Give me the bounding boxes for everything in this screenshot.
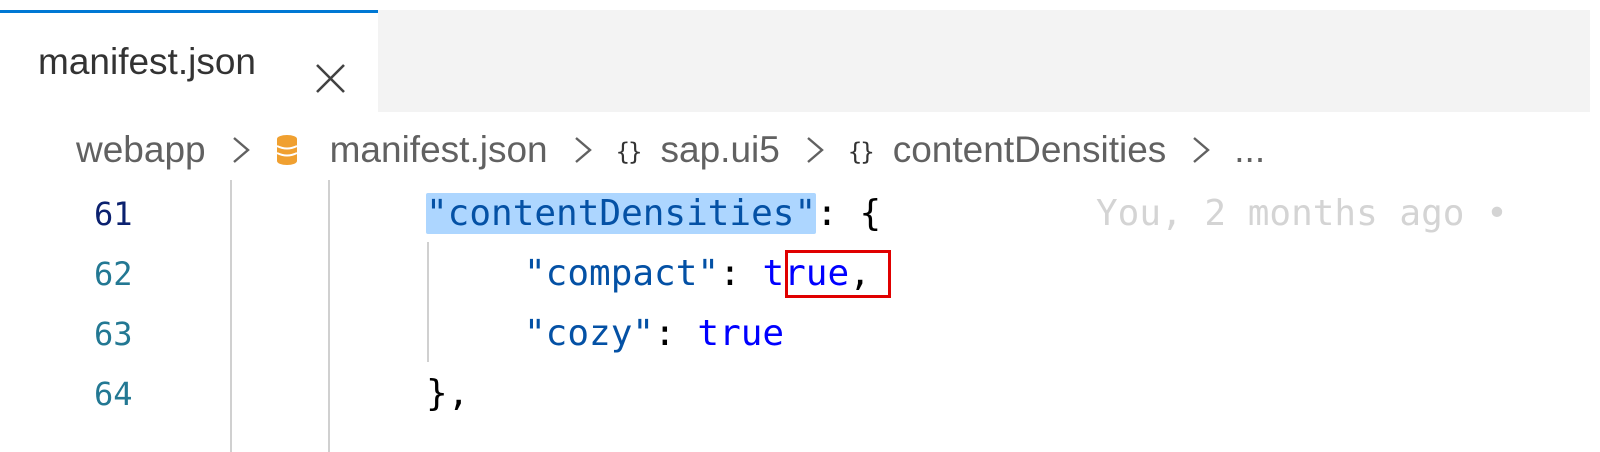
git-blame-annotation: You, 2 months ago • xyxy=(1096,193,1508,234)
object-braces-icon: {} xyxy=(847,138,875,166)
code-text: "contentDensities": { xyxy=(426,193,882,234)
chevron-right-icon xyxy=(1193,137,1211,163)
highlight-annotation-box xyxy=(785,250,891,298)
line-number: 62 xyxy=(94,255,133,293)
line-number: 63 xyxy=(94,315,133,353)
breadcrumb: webapp manifest.json {} sap.ui5 {} conte… xyxy=(76,128,1265,172)
json-colon: : xyxy=(654,313,698,354)
code-line-61[interactable]: 61 "contentDensities": { You, 2 months a… xyxy=(0,184,1590,244)
object-braces-icon: {} xyxy=(615,138,643,166)
close-icon[interactable] xyxy=(312,60,352,100)
chevron-right-icon xyxy=(574,137,592,163)
json-key-cozy: "cozy" xyxy=(524,313,655,354)
window-edge xyxy=(1590,0,1600,452)
code-text: "cozy": true xyxy=(524,314,784,354)
json-colon: : xyxy=(719,253,763,294)
chevron-right-icon xyxy=(232,137,250,163)
chevron-right-icon xyxy=(807,137,824,163)
json-value-cozy: true xyxy=(697,313,785,354)
line-number: 61 xyxy=(94,195,133,233)
tab-label: manifest.json xyxy=(38,41,256,82)
json-punctuation: : { xyxy=(816,193,882,234)
json-file-icon xyxy=(276,135,298,165)
breadcrumb-item-contentdensities[interactable]: contentDensities xyxy=(893,129,1167,171)
json-key-compact: "compact" xyxy=(524,253,720,294)
tab-bar: manifest.json xyxy=(0,10,1590,112)
json-key-contentdensities: "contentDensities" xyxy=(426,193,817,234)
breadcrumb-item-webapp[interactable]: webapp xyxy=(76,129,206,171)
breadcrumb-item-sap-ui5[interactable]: sap.ui5 xyxy=(661,129,780,171)
tab-manifest-json[interactable]: manifest.json xyxy=(0,10,378,112)
breadcrumb-item-more[interactable]: ... xyxy=(1234,129,1265,171)
code-text: }, xyxy=(426,373,470,414)
line-number: 64 xyxy=(94,375,133,413)
editor-window: manifest.json webapp manifest.json {} sa… xyxy=(0,0,1600,452)
code-line-63[interactable]: 63 "cozy": true xyxy=(0,304,1590,364)
code-line-64[interactable]: 64 }, xyxy=(0,364,1590,424)
breadcrumb-item-manifest-json[interactable]: manifest.json xyxy=(330,129,548,171)
code-editor[interactable]: 61 "contentDensities": { You, 2 months a… xyxy=(0,180,1590,452)
